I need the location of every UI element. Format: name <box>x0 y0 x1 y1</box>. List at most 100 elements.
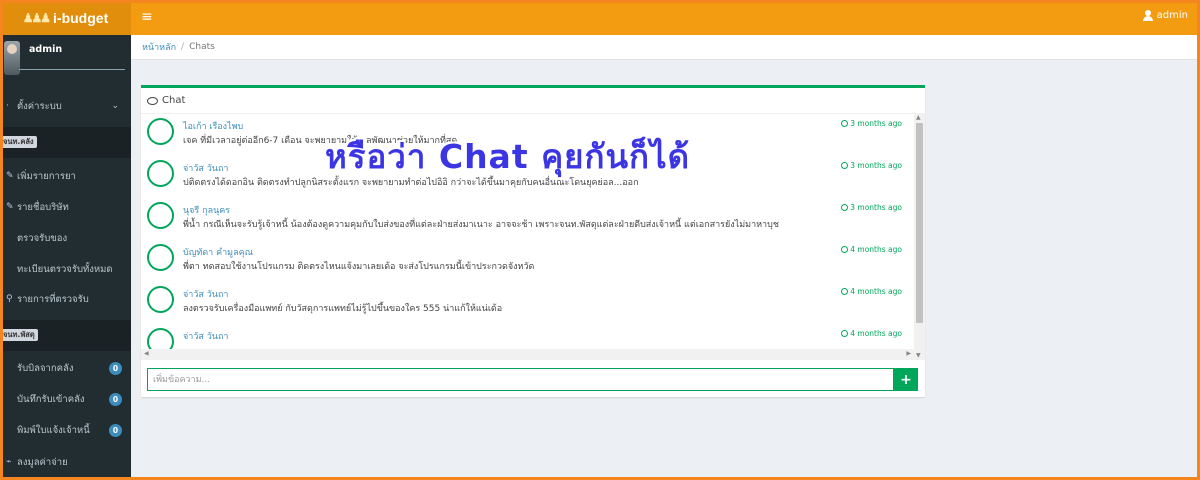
sender-name[interactable]: จ่าวัส วันถา <box>183 287 228 301</box>
sidebar-user-name: admin <box>29 44 63 55</box>
search-icon: ⚲ <box>6 294 13 304</box>
avatar <box>147 202 174 229</box>
time-label: 4 months ago <box>850 329 902 338</box>
sender-name[interactable]: จ่าวัส วันถา <box>183 329 228 343</box>
breadcrumb-current: Chats <box>189 42 215 52</box>
message-input[interactable] <box>147 368 894 391</box>
sidebar-item-label: รับบิลจากคลัง <box>17 362 74 374</box>
chat-header: Chat <box>141 88 925 114</box>
user-icon <box>1142 10 1153 21</box>
sidebar-item-receive-bill[interactable]: รับบิลจากคลัง 0 <box>0 353 131 383</box>
time-label: 4 months ago <box>850 245 902 254</box>
user-panel: admin <box>0 35 131 85</box>
top-bar: ♟♟♟ i-budget ≡ admin <box>0 0 1200 35</box>
clock-icon <box>841 120 849 127</box>
avatar <box>147 286 174 313</box>
sidebar-item-companies[interactable]: ✎ รายชื่อบริษัท <box>0 192 131 222</box>
time-label: 3 months ago <box>850 161 902 170</box>
timestamp: 4 months ago <box>841 245 902 254</box>
chat-input-row: + <box>147 368 918 391</box>
sidebar-item-receive[interactable]: ตรวจรับของ <box>0 223 131 253</box>
sidebar-item-print-creditor[interactable]: พิมพ์ใบแจ้งเจ้าหนี้ 0 <box>0 415 131 445</box>
chat-title: Chat <box>162 95 186 106</box>
breadcrumb-home[interactable]: หน้าหลัก <box>142 40 176 54</box>
avatar <box>147 244 174 271</box>
divider <box>19 69 125 70</box>
pencil-icon: ✎ <box>6 202 14 212</box>
sidebar-item-label: บันทึกรับเข้าคลัง <box>17 393 85 405</box>
message-text: พี่ตา ทดสอบใช้งานโปรแกรม ติดตรงไหนแจ้งมา… <box>183 262 535 272</box>
settings-icon: · <box>6 101 9 111</box>
count-badge: 0 <box>109 423 122 437</box>
vertical-scrollbar[interactable]: ▲ ▼ <box>914 113 925 360</box>
count-badge: 0 <box>109 392 122 406</box>
breadcrumb: หน้าหลัก / Chats <box>131 35 1200 60</box>
timestamp: 3 months ago <box>841 119 902 128</box>
user-menu[interactable]: admin <box>1142 10 1188 21</box>
chat-message: จ่าวัส วันถา ลงตรวจรับเครื่องมือแพทย์ กั… <box>141 284 911 326</box>
comments-icon <box>147 96 158 105</box>
sidebar-item-record-stock[interactable]: บันทึกรับเข้าคลัง 0 <box>0 384 131 414</box>
sender-name[interactable]: จ่าวัส วันถา <box>183 161 228 175</box>
sidebar-item-label: เพิ่มรายการยา <box>17 170 76 182</box>
avatar <box>4 41 20 75</box>
chevron-down-icon: ⌄ <box>111 101 119 111</box>
chat-message: นุจรี กุลนุคร พี่น้ำ กรณีเห็นจะรับรู้เจ้… <box>141 200 911 242</box>
avatar <box>147 160 174 187</box>
app-logo[interactable]: ♟♟♟ i-budget <box>0 0 131 35</box>
sidebar: admin · ตั้งค่าระบบ ⌄ จนท.คลัง ✎ เพิ่มรา… <box>0 35 131 480</box>
sidebar-item-received-list[interactable]: ⚲ รายการที่ตรวจรับ <box>0 284 131 314</box>
sidebar-item-all-received[interactable]: ทะเบียนตรวจรับทั้งหมด <box>0 254 131 284</box>
timestamp: 4 months ago <box>841 329 902 338</box>
scroll-down-icon[interactable]: ▼ <box>916 352 921 359</box>
clock-icon <box>841 330 849 337</box>
chat-message: จ่าวัส วันถา 4 months ago <box>141 326 911 350</box>
scroll-up-icon[interactable]: ▲ <box>916 114 921 121</box>
timestamp: 3 months ago <box>841 161 902 170</box>
hamburger-icon[interactable]: ≡ <box>141 9 153 25</box>
logo-text: i-budget <box>53 9 109 26</box>
sidebar-item-label: ทะเบียนตรวจรับทั้งหมด <box>17 263 113 275</box>
breadcrumb-separator: / <box>181 42 185 52</box>
message-text: พี่น้ำ กรณีเห็นจะรับรู้เจ้าหนี้ น้องต้อง… <box>183 220 779 230</box>
message-text: ลงตรวจรับเครื่องมือแพทย์ กับวัสดุการแพทย… <box>183 304 503 314</box>
sidebar-section-header: จนท.คลัง <box>0 127 131 158</box>
sidebar-item-label: ลงมูลค่าจ่าย <box>17 456 68 468</box>
chat-message: บัญทัดา คำมูลคุณ พี่ตา ทดสอบใช้งานโปรแกร… <box>141 242 911 284</box>
sender-name[interactable]: บัญทัดา คำมูลคุณ <box>183 245 253 259</box>
clock-icon <box>841 162 849 169</box>
sidebar-item-settings[interactable]: · ตั้งค่าระบบ ⌄ <box>0 91 131 121</box>
avatar <box>147 118 174 145</box>
sidebar-item-label: พิมพ์ใบแจ้งเจ้าหนี้ <box>17 424 90 436</box>
pencil-icon: ✎ <box>6 171 14 181</box>
user-menu-label: admin <box>1156 10 1188 21</box>
clock-icon <box>841 246 849 253</box>
time-label: 3 months ago <box>850 119 902 128</box>
sidebar-section-header: จนท.พัสดุ <box>0 320 131 351</box>
clock-icon <box>841 288 849 295</box>
clock-icon <box>841 204 849 211</box>
sidebar-item-label: ตั้งค่าระบบ <box>17 100 62 112</box>
section-label: จนท.คลัง <box>0 136 37 148</box>
sidebar-item-add-drug[interactable]: ✎ เพิ่มรายการยา <box>0 161 131 191</box>
logo-people-icon: ♟♟♟ <box>22 10 51 25</box>
tag-icon: ⌁ <box>6 457 12 467</box>
sidebar-item-payment-value[interactable]: ⌁ ลงมูลค่าจ่าย <box>0 447 131 477</box>
overlay-caption: หรือว่า Chat คุยกันก็ได้ <box>325 137 691 176</box>
sidebar-item-label: รายชื่อบริษัท <box>17 201 69 213</box>
time-label: 4 months ago <box>850 287 902 296</box>
sender-name[interactable]: นุจรี กุลนุคร <box>183 203 230 217</box>
horizontal-scrollbar[interactable]: ◀ ▶ <box>141 349 914 360</box>
count-badge: 0 <box>109 361 122 375</box>
sender-name[interactable]: ไอเก้า เรืองไพบ <box>183 119 243 133</box>
section-label: จนท.พัสดุ <box>0 329 38 341</box>
avatar <box>147 328 174 350</box>
timestamp: 3 months ago <box>841 203 902 212</box>
send-button[interactable]: + <box>894 368 918 391</box>
scroll-right-icon[interactable]: ▶ <box>906 350 911 357</box>
scroll-left-icon[interactable]: ◀ <box>144 350 149 357</box>
sidebar-item-label: ตรวจรับของ <box>17 232 68 244</box>
time-label: 3 months ago <box>850 203 902 212</box>
timestamp: 4 months ago <box>841 287 902 296</box>
scroll-thumb[interactable] <box>916 123 923 323</box>
